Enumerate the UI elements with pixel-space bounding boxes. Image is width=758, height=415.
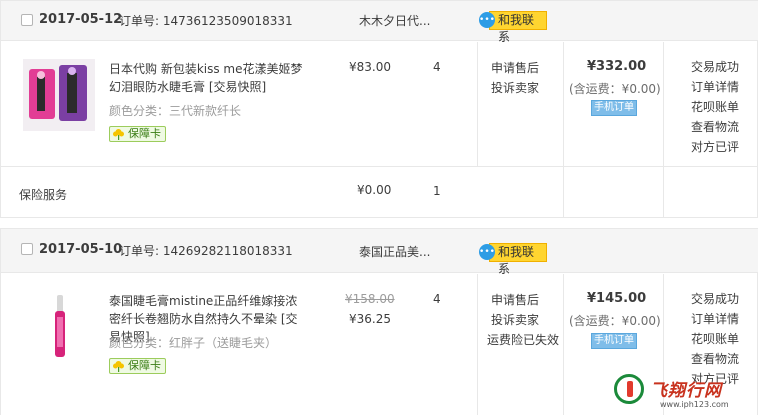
- product-spec: 颜色分类：红胖子（送睫毛夹）: [109, 336, 278, 350]
- product-thumbnail[interactable]: [23, 59, 95, 131]
- insurance-quantity: 1: [433, 184, 441, 198]
- order-detail-link[interactable]: 订单详情: [691, 77, 739, 97]
- column-divider: [477, 274, 478, 415]
- insurance-label: 保险服务: [19, 188, 68, 202]
- guarantee-card-badge[interactable]: 保障卡: [109, 126, 166, 142]
- request-after-sale-link[interactable]: 申请售后: [491, 58, 539, 78]
- complain-seller-link[interactable]: 投诉卖家: [491, 78, 539, 98]
- contact-seller-button[interactable]: 和我联系 •••: [479, 243, 547, 276]
- guarantee-card-label: 保障卡: [128, 127, 161, 140]
- order-card: 2017-05-12 订单号: 14736123509018331 木木夕日代.…: [0, 0, 758, 218]
- view-logistics-link[interactable]: 查看物流: [691, 117, 739, 137]
- column-divider: [563, 42, 564, 218]
- huabei-bill-link[interactable]: 花呗账单: [691, 97, 739, 117]
- product-title-link[interactable]: 日本代购 新包装kiss me花漾美姬梦幻泪眼防水睫毛膏 [交易快照]: [109, 60, 309, 96]
- shipping-fee: (含运费：¥0.00): [569, 82, 661, 96]
- order-select-checkbox[interactable]: [21, 14, 33, 26]
- order-detail-link[interactable]: 订单详情: [691, 309, 739, 329]
- column-divider: [663, 42, 664, 218]
- product-spec: 颜色分类：三代新款纤长: [109, 104, 242, 118]
- quantity: 4: [433, 292, 441, 306]
- status-trade-success: 交易成功: [691, 60, 740, 74]
- order-total: ¥145.00: [587, 291, 647, 306]
- flower-icon: [113, 361, 124, 372]
- counterpart-reviewed-link[interactable]: 对方已评: [691, 137, 739, 157]
- original-price: ¥158.00: [345, 292, 395, 306]
- mobile-order-tag: 手机订单: [591, 100, 637, 116]
- shop-name-link[interactable]: 木木夕日代...: [359, 12, 430, 29]
- complain-seller-link[interactable]: 投诉卖家: [487, 310, 559, 330]
- order-date: 2017-05-12: [39, 12, 123, 27]
- contact-seller-button[interactable]: 和我联系 •••: [479, 11, 547, 44]
- shop-name-link[interactable]: 泰国正品美...: [359, 243, 430, 260]
- chat-bubble-icon: •••: [479, 12, 495, 28]
- quantity: 4: [433, 60, 441, 74]
- column-divider: [477, 42, 478, 166]
- guarantee-card-badge[interactable]: 保障卡: [109, 358, 166, 374]
- shipping-fee: (含运费：¥0.00): [569, 314, 661, 328]
- guarantee-card-label: 保障卡: [128, 359, 161, 372]
- contact-seller-label: 和我联系: [489, 243, 547, 276]
- after-sale-links: 申请售后 投诉卖家 运费险已失效: [487, 290, 559, 350]
- order-actions: 交易成功 订单详情 花呗账单 查看物流 对方已评: [691, 57, 739, 157]
- order-header: 2017-05-12 订单号: 14736123509018331 木木夕日代.…: [1, 1, 758, 44]
- watermark-logo-icon: [614, 374, 644, 404]
- product-thumbnail[interactable]: [23, 291, 95, 363]
- site-watermark: 飞翔行网 www.iph123.com: [614, 374, 754, 414]
- order-number: 订单号: 14736123509018331: [119, 14, 293, 28]
- order-header: 2017-05-10 订单号: 14269282118018331 泰国正品美.…: [1, 229, 758, 276]
- order-number: 订单号: 14269282118018331: [119, 244, 293, 258]
- insurance-price: ¥0.00: [357, 183, 392, 197]
- request-after-sale-link[interactable]: 申请售后: [487, 290, 559, 310]
- mobile-order-tag: 手机订单: [591, 333, 637, 349]
- watermark-name: 飞翔行网: [650, 381, 722, 401]
- watermark-url: www.iph123.com: [660, 400, 729, 409]
- order-date: 2017-05-10: [39, 242, 123, 257]
- column-divider: [563, 274, 564, 415]
- after-sale-links: 申请售后 投诉卖家: [491, 58, 539, 98]
- contact-seller-label: 和我联系: [489, 11, 547, 44]
- order-total: ¥332.00: [587, 59, 647, 74]
- view-logistics-link[interactable]: 查看物流: [691, 349, 739, 369]
- status-trade-success: 交易成功: [691, 292, 740, 306]
- huabei-bill-link[interactable]: 花呗账单: [691, 329, 739, 349]
- order-select-checkbox[interactable]: [21, 243, 33, 255]
- chat-bubble-icon: •••: [479, 244, 495, 260]
- insurance-row: 保险服务 ¥0.00 1: [1, 166, 758, 218]
- flower-icon: [113, 129, 124, 140]
- unit-price: ¥36.25: [349, 312, 391, 326]
- shipping-insurance-status: 运费险已失效: [487, 333, 560, 347]
- unit-price: ¥83.00: [349, 60, 391, 74]
